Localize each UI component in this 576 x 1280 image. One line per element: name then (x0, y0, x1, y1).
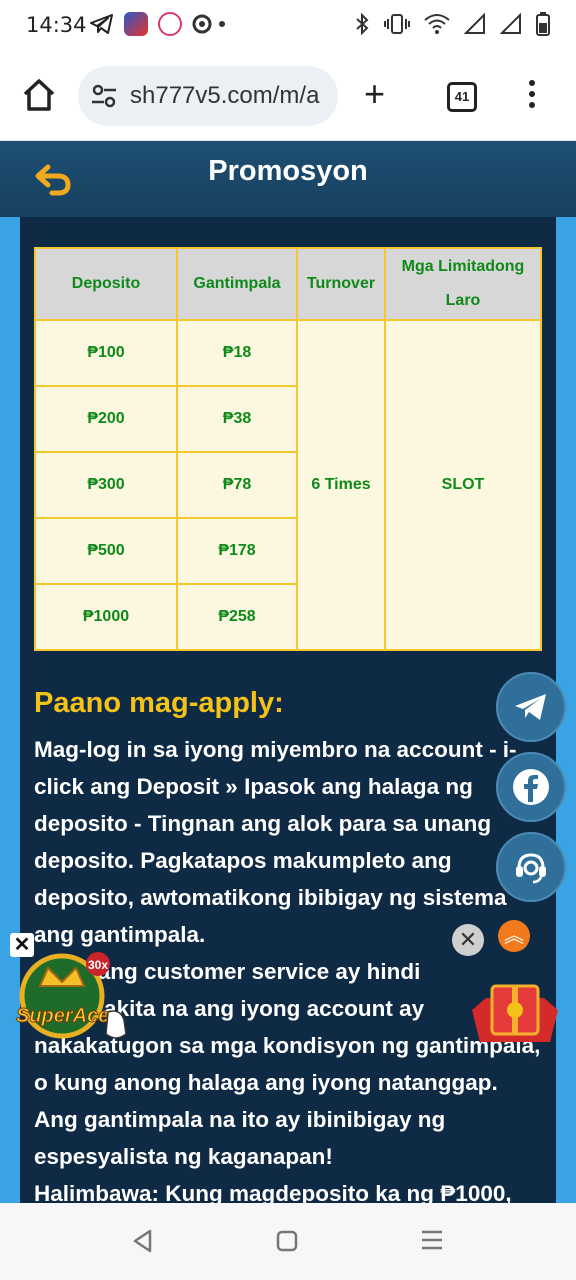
apply-example: Halimbawa: Kung magdeposito ka ng ₱1000, (34, 1181, 512, 1203)
reward-cell: ₱178 (176, 517, 298, 585)
signal-icon (500, 13, 521, 34)
reward-cell: ₱258 (176, 583, 298, 651)
headset-icon (516, 853, 546, 884)
table-header: Turnover (296, 247, 386, 321)
scroll-top-icon[interactable]: ︽ (498, 920, 530, 952)
url-text[interactable]: sh777v5.com/m/a (130, 82, 319, 110)
turnover-cell: 6 Times (296, 319, 386, 651)
status-right-icons (354, 12, 550, 36)
app-badge-icon (158, 12, 182, 36)
reward-cell: ₱78 (176, 451, 298, 519)
deposit-cell: ₱200 (34, 385, 178, 453)
table-row: ₱100 ₱18 6 Times SLOT (34, 319, 542, 651)
wifi-icon (424, 14, 450, 34)
nav-home-icon[interactable] (276, 1230, 298, 1252)
game-badge-label: 30x (88, 958, 108, 972)
status-left-icons (90, 12, 228, 36)
table-header-row: Deposito Gantimpala Turnover Mga Limitad… (34, 247, 542, 321)
home-icon[interactable] (22, 78, 56, 112)
reward-cell: ₱38 (176, 385, 298, 453)
page-header: Promosyon (0, 141, 576, 217)
signal-icon (464, 13, 485, 34)
table-header: Mga Limitadong Laro (384, 247, 542, 321)
close-icon[interactable]: ✕ (452, 924, 484, 956)
game-ad[interactable]: 30x SuperAce (12, 950, 142, 1046)
games-cell: SLOT (384, 319, 542, 651)
deposit-cell: ₱1000 (34, 583, 178, 651)
promo-table: Deposito Gantimpala Turnover Mga Limitad… (34, 247, 542, 651)
status-time: 14:34 (26, 13, 87, 37)
promo-content: Deposito Gantimpala Turnover Mga Limitad… (20, 217, 556, 1203)
status-bar: 14:34 (0, 0, 576, 52)
deposit-cell: ₱300 (34, 451, 178, 519)
game-name-label: SuperAce (16, 1005, 109, 1027)
telegram-icon (515, 694, 546, 720)
telegram-button[interactable] (496, 672, 566, 742)
address-bar[interactable]: sh777v5.com/m/a (78, 66, 338, 126)
tab-switcher-button[interactable]: 41 (447, 82, 477, 112)
apply-heading: Paano mag-apply: (34, 687, 284, 719)
reward-cell: ₱18 (176, 319, 298, 387)
telegram-icon (90, 14, 113, 34)
gift-box-icon[interactable] (470, 980, 560, 1052)
gear-dot-icon (192, 14, 225, 34)
deposit-cell: ₱500 (34, 517, 178, 585)
bluetooth-icon (356, 12, 369, 36)
vibrate-icon (384, 14, 410, 34)
table-header: Deposito (34, 247, 178, 321)
deposit-cell: ₱100 (34, 319, 178, 387)
battery-icon (536, 12, 550, 36)
nav-back-icon[interactable] (132, 1229, 154, 1253)
site-settings-icon[interactable] (90, 82, 118, 110)
page-title: Promosyon (208, 155, 368, 187)
app-badge-icon (124, 12, 148, 36)
facebook-button[interactable] (496, 752, 566, 822)
support-button[interactable] (496, 832, 566, 902)
browser-toolbar: sh777v5.com/m/a + 41 (0, 52, 576, 141)
system-nav-bar (0, 1203, 576, 1280)
facebook-icon (513, 769, 549, 805)
new-tab-icon[interactable]: + (364, 76, 385, 112)
apply-paragraph: Mag-log in sa iyong miyembro na account … (34, 737, 517, 947)
table-header: Gantimpala (176, 247, 298, 321)
nav-recents-icon[interactable] (420, 1229, 444, 1251)
more-menu-icon[interactable] (528, 80, 536, 112)
